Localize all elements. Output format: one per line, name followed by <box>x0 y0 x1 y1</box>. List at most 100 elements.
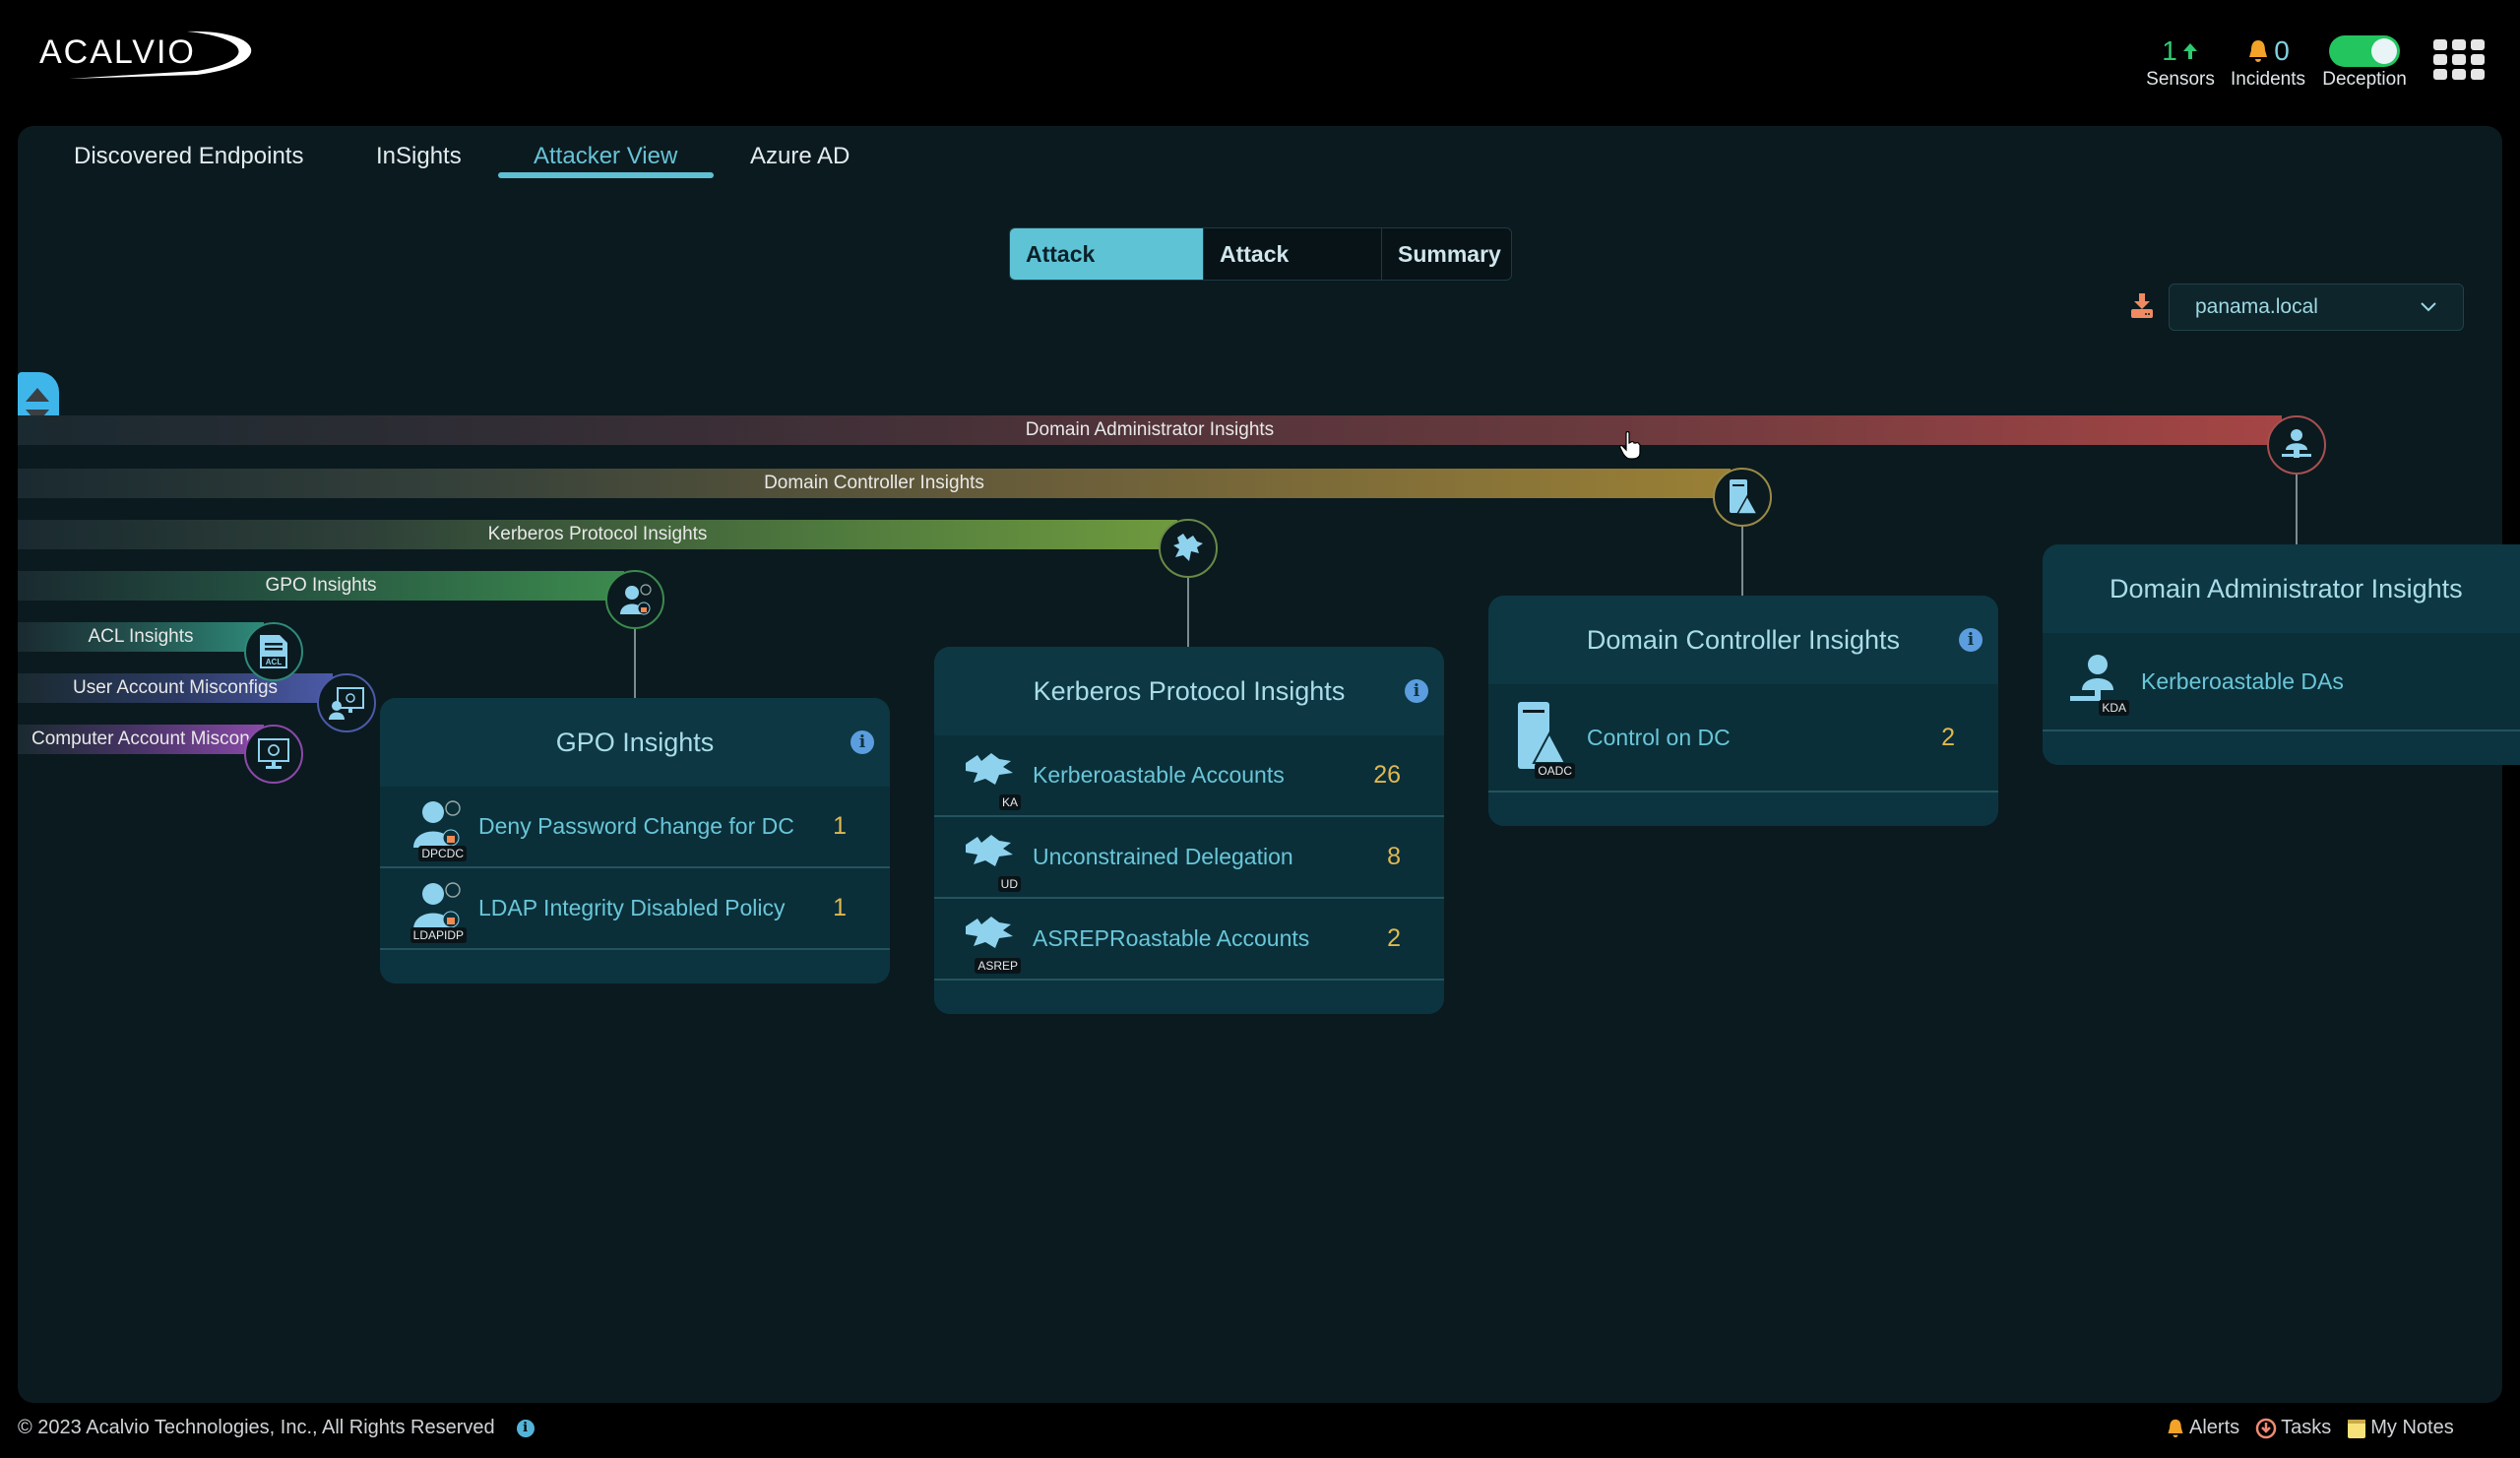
node-kerberos[interactable] <box>1159 519 1218 578</box>
card-kerberos-insights: Kerberos Protocol Insights i KA Kerberoa… <box>934 647 1444 1014</box>
connector-line <box>1741 527 1743 597</box>
info-icon[interactable]: i <box>850 730 874 754</box>
footer-links: Alerts Tasks My Notes <box>2166 1417 2454 1439</box>
node-acl[interactable]: ACL <box>244 622 303 681</box>
bar-label: Kerberos Protocol Insights <box>487 524 708 544</box>
alerts-link[interactable]: Alerts <box>2166 1417 2239 1439</box>
my-notes-label: My Notes <box>2370 1417 2454 1438</box>
bar-kerberos[interactable]: Kerberos Protocol Insights <box>18 520 1177 549</box>
insight-row[interactable]: LDAPIDP LDAP Integrity Disabled Policy 1 <box>380 868 890 950</box>
insight-tag: ASREP <box>975 957 1021 974</box>
tasks-label: Tasks <box>2281 1417 2332 1438</box>
info-icon[interactable]: i <box>1405 679 1428 703</box>
bar-domain-admin[interactable]: Domain Administrator Insights <box>18 415 2282 445</box>
insight-label: Unconstrained Delegation <box>1033 844 1293 869</box>
tab-azure-ad[interactable]: Azure AD <box>750 142 850 177</box>
node-domain-admin[interactable] <box>2267 415 2326 475</box>
apps-grid-icon[interactable] <box>2433 39 2485 81</box>
info-icon[interactable]: i <box>1959 628 1983 652</box>
bell-icon <box>2168 1419 2183 1437</box>
insight-label: ASREPRoastable Accounts <box>1033 925 1310 951</box>
alerts-label: Alerts <box>2189 1417 2240 1438</box>
download-circle-icon <box>2255 1418 2277 1438</box>
deception-control: Deception <box>2315 33 2414 91</box>
arrow-up-icon <box>2182 43 2197 59</box>
insight-count: 26 <box>1373 761 1401 789</box>
insight-count: 1 <box>833 812 847 840</box>
sticky-note-icon <box>2348 1419 2366 1438</box>
my-notes-link[interactable]: My Notes <box>2347 1417 2454 1439</box>
domain-select[interactable]: panama.local <box>2169 284 2464 331</box>
hand-cursor-icon <box>1619 431 1641 460</box>
bar-computer-account-misconfigs[interactable]: Computer Account Miscon <box>18 725 264 754</box>
node-domain-controller[interactable] <box>1713 468 1772 527</box>
logo-text: ACALVIO <box>39 33 196 71</box>
bar-domain-controller[interactable]: Domain Controller Insights <box>18 469 1731 498</box>
connector-line <box>634 629 636 699</box>
insight-label: LDAP Integrity Disabled Policy <box>478 895 786 920</box>
card-header: Domain Controller Insights i <box>1488 596 1998 684</box>
domain-controller-icon <box>1730 479 1759 515</box>
insight-count: 1 <box>833 894 847 921</box>
attack-surfaces-button[interactable]: Attack Surfaces <box>1010 228 1203 280</box>
bar-label: User Account Misconfigs <box>72 677 279 698</box>
insight-row[interactable]: KDA Kerberoastable DAs <box>2043 633 2520 731</box>
footer-copyright: © 2023 Acalvio Technologies, Inc., All R… <box>18 1417 535 1439</box>
deception-toggle[interactable] <box>2329 35 2400 67</box>
insight-tag: KA <box>998 793 1021 810</box>
active-tab-indicator <box>498 172 714 178</box>
insight-label: Kerberoastable DAs <box>2141 667 2344 694</box>
bar-label: Domain Controller Insights <box>764 473 984 493</box>
tab-discovered-endpoints[interactable]: Discovered Endpoints <box>74 142 303 177</box>
bell-icon <box>2249 40 2268 62</box>
summary-button[interactable]: Summary <box>1381 228 1511 280</box>
acl-file-icon: ACL <box>260 635 287 668</box>
insight-label: Deny Password Change for DC <box>478 813 794 839</box>
node-gpo[interactable] <box>605 570 664 629</box>
chevron-down-icon <box>2421 302 2436 312</box>
domain-admin-icon <box>2282 429 2311 458</box>
insight-row[interactable]: DPCDC Deny Password Change for DC 1 <box>380 787 890 868</box>
gpo-user-lock-icon <box>620 584 652 615</box>
download-icon[interactable] <box>2130 293 2154 319</box>
tasks-link[interactable]: Tasks <box>2255 1417 2331 1439</box>
view-toggle: Attack Surfaces Attack Targets Summary <box>1009 227 1512 281</box>
insight-tag: DPCDC <box>418 845 467 861</box>
bar-acl[interactable]: ACL Insights <box>18 622 264 652</box>
insight-tag: OADC <box>1535 763 1575 779</box>
acalvio-logo[interactable]: ACALVIO <box>39 26 268 81</box>
attack-targets-button[interactable]: Attack Targets <box>1203 228 1381 280</box>
monitor-gear-icon <box>258 738 289 769</box>
incidents-status[interactable]: 0 Incidents <box>2227 33 2309 91</box>
insight-row[interactable]: ASREP ASREPRoastable Accounts 2 <box>934 899 1444 981</box>
insight-row[interactable]: UD Unconstrained Delegation 8 <box>934 817 1444 899</box>
insight-label: Control on DC <box>1587 724 1731 750</box>
card-title: Domain Administrator Insights <box>2110 573 2463 603</box>
bar-label: Domain Administrator Insights <box>1025 419 1275 440</box>
bar-gpo[interactable]: GPO Insights <box>18 571 624 601</box>
node-computer-account-misconfigs[interactable] <box>244 725 303 784</box>
card-header: Domain Administrator Insights <box>2043 544 2520 633</box>
insight-row[interactable]: OADC Control on DC 2 <box>1488 684 1998 792</box>
insight-tag: KDA <box>2099 700 2129 716</box>
connector-line <box>2296 475 2298 545</box>
insight-tag: LDAPIDP <box>410 926 467 943</box>
card-title: Domain Controller Insights <box>1586 624 1901 655</box>
card-domain-controller-insights: Domain Controller Insights i OADC Contro… <box>1488 596 1998 826</box>
card-header: Kerberos Protocol Insights i <box>934 647 1444 735</box>
bar-label: Computer Account Miscon <box>32 729 250 749</box>
info-icon[interactable]: i <box>516 1419 535 1437</box>
kerberos-cerberus-icon <box>1173 534 1203 561</box>
sensors-label: Sensors <box>2146 69 2215 90</box>
incidents-label: Incidents <box>2230 69 2306 90</box>
copyright-text: © 2023 Acalvio Technologies, Inc., All R… <box>18 1417 495 1438</box>
tab-insights[interactable]: InSights <box>376 142 462 177</box>
domain-select-value: panama.local <box>2195 295 2318 318</box>
card-gpo-insights: GPO Insights i DPCDC Deny Password Chang… <box>380 698 890 983</box>
insight-count: 2 <box>1387 924 1401 952</box>
insight-tag: UD <box>997 875 1021 892</box>
sensors-status[interactable]: 1 Sensors <box>2144 33 2217 91</box>
insight-row[interactable]: KA Kerberoastable Accounts 26 <box>934 735 1444 817</box>
user-monitor-gear-icon <box>329 687 364 720</box>
node-user-account-misconfigs[interactable] <box>317 673 376 732</box>
